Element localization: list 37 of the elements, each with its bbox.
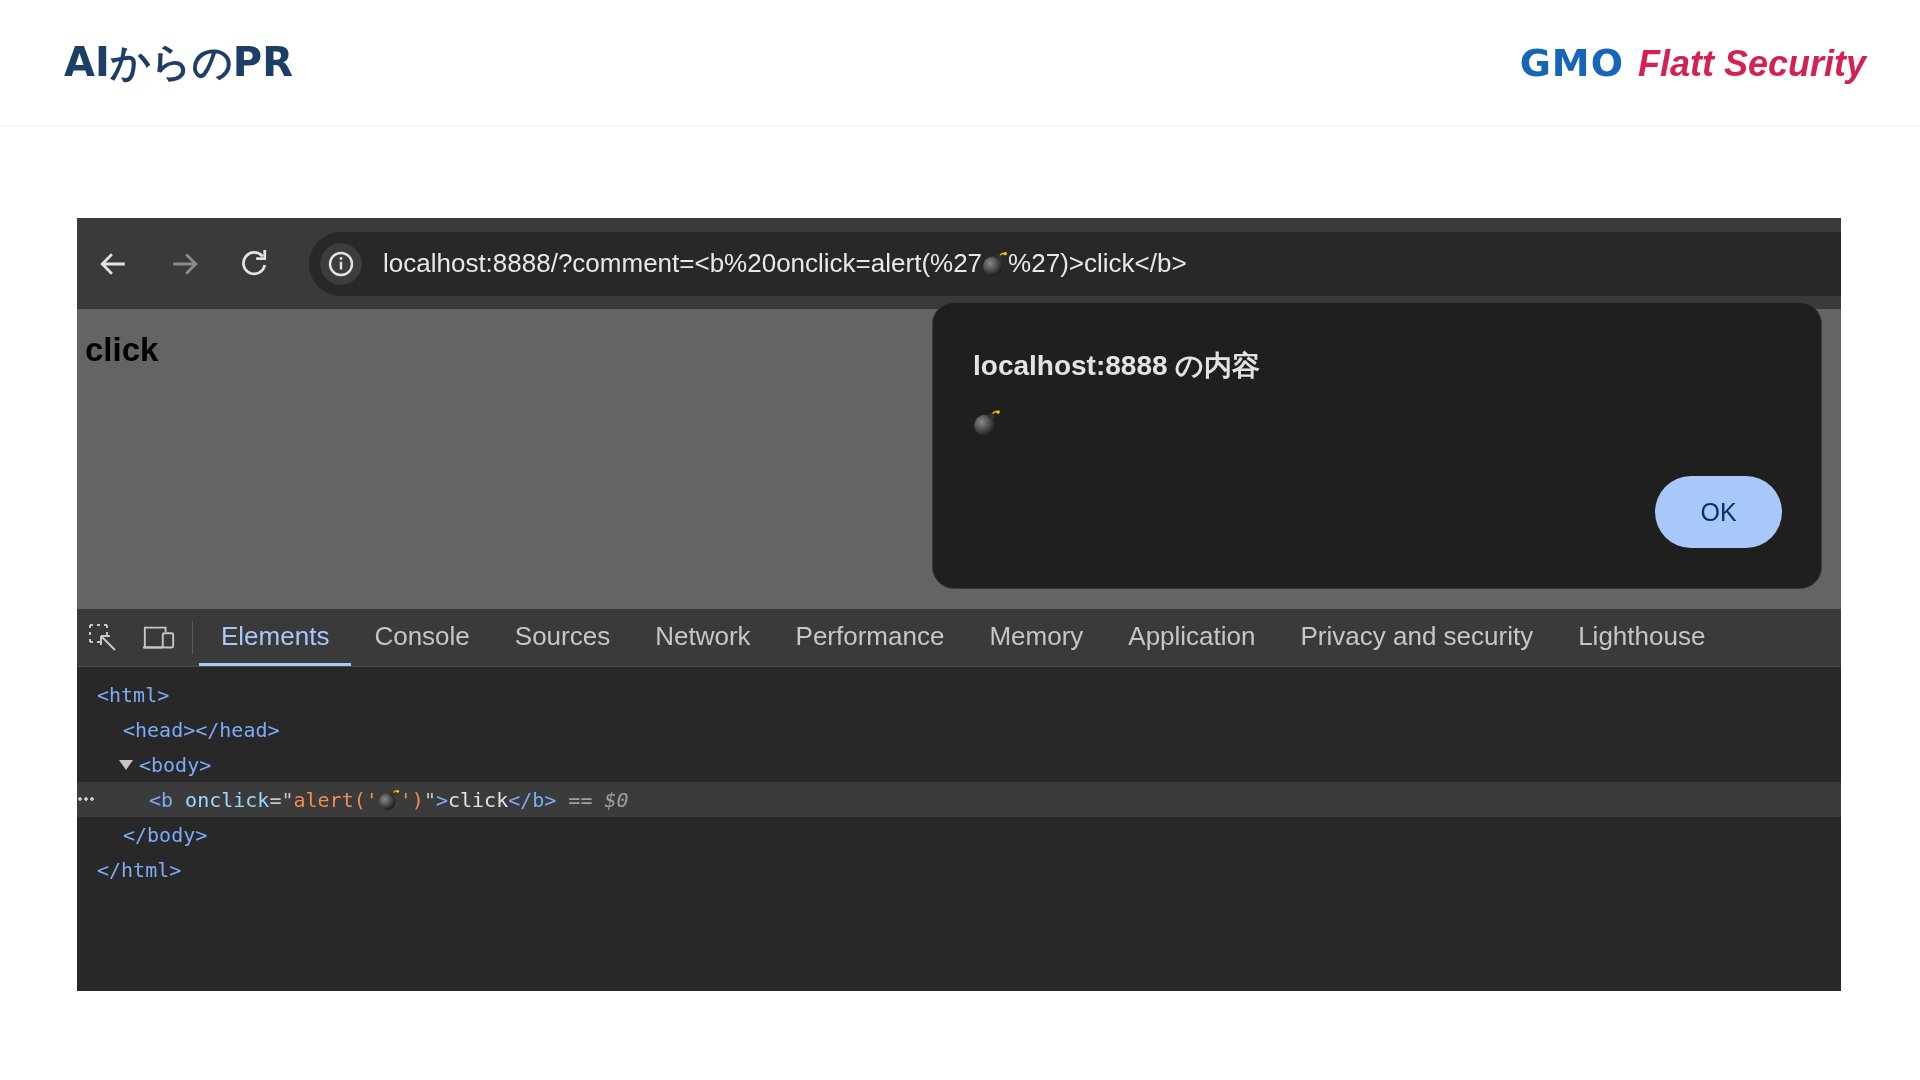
node-text: click: [447, 787, 509, 812]
page-text[interactable]: click: [85, 331, 159, 369]
html-tag: <head></head>: [123, 717, 280, 742]
attribute-value: '): [399, 787, 424, 812]
devtools-tab[interactable]: Application: [1106, 609, 1278, 666]
attribute-quote: ": [423, 787, 436, 812]
expand-arrow-icon[interactable]: [119, 759, 133, 770]
devtools-tab[interactable]: Performance: [773, 609, 967, 666]
bomb-icon: [377, 788, 400, 811]
devtools-tab[interactable]: Network: [633, 609, 773, 666]
html-tag: <html>: [97, 682, 170, 707]
attribute-quote: =": [269, 787, 294, 812]
html-tag: >: [435, 787, 448, 812]
html-tag: <body>: [139, 752, 212, 777]
html-tag: <b: [149, 787, 174, 812]
address-bar[interactable]: localhost:8888/?comment=<b%20onclick=alert(%27 %27)>click</b>: [309, 231, 1841, 296]
html-tag: </b>: [508, 787, 557, 812]
html-tag: </body>: [123, 822, 208, 847]
devtools-tab[interactable]: Lighthouse: [1556, 609, 1728, 666]
bomb-icon: [973, 409, 1001, 437]
attribute-name: onclick: [185, 787, 270, 812]
company-logo: GMO Flatt Security: [1519, 40, 1866, 85]
devtools-tab[interactable]: Elements: [199, 609, 352, 666]
url-text: localhost:8888/?comment=<b%20onclick=alert(%27 %27)>click</b>: [383, 248, 1187, 279]
devtools-tab[interactable]: Memory: [967, 609, 1106, 666]
devtools-tab[interactable]: Privacy and security: [1278, 609, 1556, 666]
dialog-title: localhost:8888 の内容: [973, 349, 1262, 383]
bomb-icon: [982, 250, 1009, 277]
html-tag: </html>: [97, 857, 182, 882]
ok-button[interactable]: OK: [1655, 476, 1782, 548]
node-reference: == $0: [568, 787, 629, 812]
devtools-tab[interactable]: Console: [352, 609, 492, 666]
devtools-tab[interactable]: Sources: [492, 609, 633, 666]
slide-title: AIからのPR: [64, 38, 293, 87]
more-icon[interactable]: [77, 797, 95, 801]
info-icon[interactable]: [319, 241, 363, 286]
attribute-value: alert(': [293, 787, 378, 812]
